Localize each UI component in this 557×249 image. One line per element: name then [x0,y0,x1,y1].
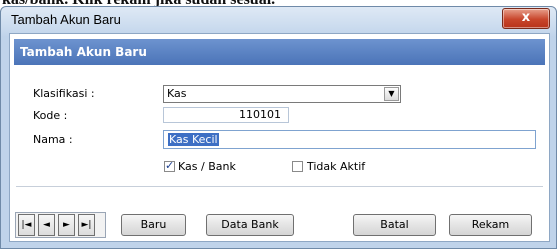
klasifikasi-label: Klasifikasi : [33,87,95,100]
tidak-aktif-checkbox[interactable] [292,161,303,172]
klasifikasi-select[interactable]: Kas ▼ [163,85,401,103]
chevron-down-icon[interactable]: ▼ [384,87,399,101]
dialog-content: Tambah Akun Baru Klasifikasi : Kas ▼ Kod… [9,33,550,242]
previous-record-button[interactable]: ◄ [38,214,55,236]
tidak-aktif-label: Tidak Aktif [307,160,366,173]
window-title: Tambah Akun Baru [11,12,121,27]
kode-label: Kode : [33,109,68,122]
rekam-button[interactable]: Rekam [449,214,532,236]
first-record-button[interactable]: |◄ [18,214,35,236]
nama-label: Nama : [33,133,73,146]
kode-field[interactable]: 110101 [163,107,289,123]
data-bank-button[interactable]: Data Bank [206,214,294,236]
close-icon: x [521,10,531,25]
last-record-icon: ►| [81,220,92,230]
batal-button[interactable]: Batal [353,214,436,236]
panel-heading: Tambah Akun Baru [20,45,147,59]
title-bar[interactable]: Tambah Akun Baru x [1,7,556,33]
divider [16,186,543,187]
klasifikasi-value: Kas [167,87,187,100]
next-record-button[interactable]: ► [58,214,75,236]
previous-record-icon: ◄ [43,220,50,230]
first-record-icon: |◄ [21,220,32,230]
panel-header: Tambah Akun Baru [14,39,545,65]
kas-bank-checkbox[interactable] [164,159,175,172]
nama-value: Kas Kecil [168,133,219,146]
baru-button[interactable]: Baru [121,214,186,236]
nama-field[interactable]: Kas Kecil [163,130,536,149]
next-record-icon: ► [63,220,70,230]
last-record-button[interactable]: ►| [78,214,95,236]
dialog-window: Tambah Akun Baru x Tambah Akun Baru Klas… [0,6,557,249]
kas-bank-label: Kas / Bank [178,160,236,173]
close-button[interactable]: x [502,8,550,29]
